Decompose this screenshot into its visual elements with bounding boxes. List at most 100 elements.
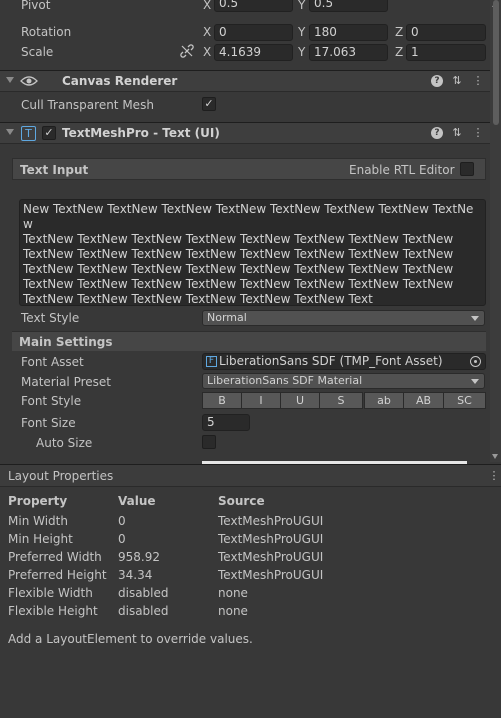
text-line: TextNew TextNew TextNew TextNew TextNew …	[23, 247, 454, 261]
help-icon[interactable]: ?	[431, 127, 443, 139]
font-size-label: Font Size	[21, 416, 76, 430]
layout-properties-header[interactable]: Layout Properties ⋮	[0, 465, 501, 487]
row-source: TextMeshProUGUI	[218, 532, 324, 546]
text-input-section-header: Text Input Enable RTL Editor	[12, 158, 486, 180]
table-row: Min Width 0 TextMeshProUGUI	[8, 512, 488, 530]
scrollbar-thumb[interactable]	[493, 0, 499, 125]
table-row: Flexible Width disabled none	[8, 584, 488, 602]
font-style-italic-button[interactable]: I	[241, 392, 281, 409]
scale-y-field[interactable]: 17.063	[309, 44, 388, 61]
table-row: Flexible Height disabled none	[8, 602, 488, 620]
textmeshpro-header[interactable]: T ✓ TextMeshPro - Text (UI) ? ⇅ ⋮	[0, 122, 490, 144]
enable-rtl-editor-checkbox[interactable]	[460, 162, 474, 176]
layout-properties-title: Layout Properties	[8, 469, 114, 483]
row-source: none	[218, 604, 248, 618]
pivot-label: Pivot	[21, 0, 51, 12]
font-style-smallcaps-button[interactable]: SC	[443, 392, 486, 409]
kebab-menu-icon[interactable]: ⋮	[472, 75, 484, 87]
scale-z-axis-label[interactable]: Z	[395, 45, 403, 60]
canvas-renderer-header[interactable]: Canvas Renderer ? ⇅ ⋮	[0, 70, 490, 92]
row-value: 958.92	[118, 550, 160, 564]
presets-icon[interactable]: ⇅	[451, 127, 463, 139]
auto-size-checkbox[interactable]	[202, 435, 216, 449]
row-source: none	[218, 586, 248, 600]
main-settings-label: Main Settings	[19, 335, 113, 349]
component-enabled-checkbox[interactable]: ✓	[42, 126, 56, 140]
text-style-dropdown[interactable]: Normal	[202, 310, 485, 326]
row-property: Min Width	[8, 514, 68, 528]
pivot-y-axis-label[interactable]: Y	[298, 0, 305, 13]
rotation-label: Rotation	[21, 25, 72, 39]
text-input-area[interactable]: New TextNew TextNew TextNew TextNew Text…	[19, 199, 486, 306]
font-asset-icon: F	[206, 356, 217, 367]
pivot-x-axis-label[interactable]: X	[203, 0, 211, 13]
rotation-x-axis-label[interactable]: X	[203, 25, 211, 40]
column-header-property: Property	[8, 494, 68, 508]
material-preset-dropdown[interactable]: LiberationSans SDF Material	[202, 373, 485, 389]
row-source: TextMeshProUGUI	[218, 568, 324, 582]
foldout-arrow-icon[interactable]	[6, 77, 14, 83]
text-line: TextNew TextNew TextNew TextNew TextNew …	[23, 277, 454, 291]
object-picker-icon[interactable]	[470, 356, 481, 367]
rotation-z-field[interactable]: 0	[406, 24, 486, 41]
font-asset-value: LiberationSans SDF (TMP_Font Asset)	[219, 354, 443, 368]
row-source: TextMeshProUGUI	[218, 514, 324, 528]
main-settings-header: Main Settings	[12, 331, 486, 351]
font-style-strikethrough-button[interactable]: S	[319, 392, 363, 409]
scale-x-field[interactable]: 4.1639	[214, 44, 293, 61]
table-row: Preferred Width 958.92 TextMeshProUGUI	[8, 548, 488, 566]
font-style-uppercase-button[interactable]: AB	[403, 392, 444, 409]
row-value: disabled	[118, 604, 169, 618]
textmeshpro-title: TextMeshPro - Text (UI)	[62, 126, 220, 140]
layout-properties-panel: Layout Properties ⋮ Property Value Sourc…	[0, 464, 501, 718]
text-line: TextNew TextNew TextNew TextNew TextNew …	[23, 292, 373, 306]
text-line: TextNew TextNew TextNew TextNew TextNew …	[23, 232, 454, 246]
scale-y-axis-label[interactable]: Y	[298, 45, 305, 60]
foldout-arrow-icon[interactable]	[6, 129, 14, 135]
cull-transparent-mesh-label: Cull Transparent Mesh	[21, 98, 154, 112]
chevron-down-icon	[471, 316, 479, 321]
presets-icon[interactable]: ⇅	[451, 75, 463, 87]
textmeshpro-icon: T	[21, 126, 36, 141]
layout-properties-hint: Add a LayoutElement to override values.	[8, 632, 253, 646]
font-style-label: Font Style	[21, 394, 82, 408]
text-line: TextNew TextNew TextNew TextNew TextNew …	[23, 262, 454, 276]
canvas-renderer-title: Canvas Renderer	[62, 74, 178, 88]
rotation-z-axis-label[interactable]: Z	[395, 25, 403, 40]
scale-x-axis-label[interactable]: X	[203, 45, 211, 60]
row-property: Preferred Height	[8, 568, 107, 582]
constrain-proportions-icon[interactable]	[180, 44, 194, 58]
row-value: 0	[118, 514, 126, 528]
text-input-label: Text Input	[20, 163, 89, 177]
rotation-y-field[interactable]: 180	[309, 24, 388, 41]
row-value: 34.34	[118, 568, 153, 582]
column-header-value: Value	[118, 494, 156, 508]
cull-transparent-mesh-checkbox[interactable]: ✓	[202, 97, 216, 111]
row-value: disabled	[118, 586, 169, 600]
font-style-lowercase-button[interactable]: ab	[364, 392, 404, 409]
scale-z-field[interactable]: 1	[406, 44, 486, 61]
kebab-menu-icon[interactable]: ⋮	[488, 470, 500, 482]
kebab-menu-icon[interactable]: ⋮	[472, 127, 484, 139]
row-property: Preferred Width	[8, 550, 102, 564]
rotation-y-axis-label[interactable]: Y	[298, 25, 305, 40]
table-row: Preferred Height 34.34 TextMeshProUGUI	[8, 566, 488, 584]
row-property: Flexible Height	[8, 604, 98, 618]
column-header-source: Source	[218, 494, 265, 508]
pivot-x-field[interactable]: 0.5	[214, 0, 293, 12]
enable-rtl-editor-label: Enable RTL Editor	[349, 163, 455, 177]
row-value: 0	[118, 532, 126, 546]
help-icon[interactable]: ?	[431, 75, 443, 87]
rotation-x-field[interactable]: 0	[214, 24, 293, 41]
chevron-down-icon	[471, 379, 479, 384]
text-style-label: Text Style	[21, 311, 80, 325]
pivot-y-field[interactable]: 0.5	[309, 0, 388, 12]
font-asset-field[interactable]: F LiberationSans SDF (TMP_Font Asset)	[202, 353, 486, 370]
layout-properties-header-row: Property Value Source	[8, 492, 488, 510]
row-property: Min Height	[8, 532, 73, 546]
font-style-underline-button[interactable]: U	[280, 392, 320, 409]
font-size-field[interactable]: 5	[202, 414, 250, 431]
scroll-down-icon[interactable]	[492, 454, 498, 459]
font-style-bold-button[interactable]: B	[202, 392, 242, 409]
material-preset-label: Material Preset	[21, 375, 111, 389]
